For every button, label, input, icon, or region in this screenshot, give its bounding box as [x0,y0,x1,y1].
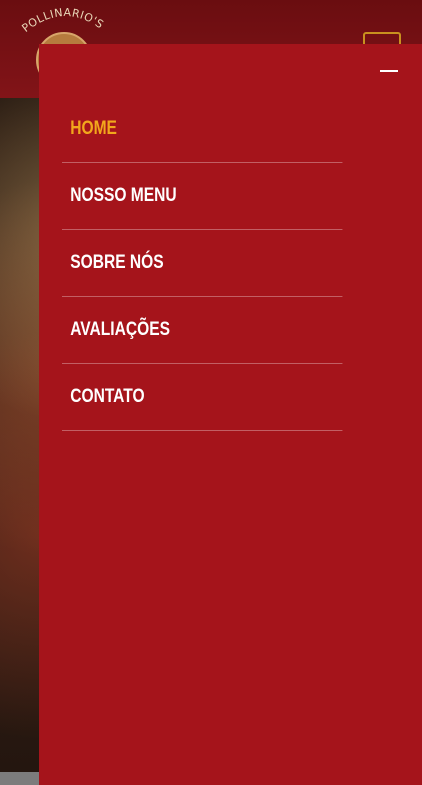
nav-item-sobre-nos[interactable]: SOBRE NÓS [62,230,343,297]
minus-close-icon [380,70,398,72]
nav-item-home[interactable]: HOME [62,96,343,163]
nav-item-avaliacoes[interactable]: AVALIAÇÕES [62,297,343,364]
nav-menu: HOME NOSSO MENU SOBRE NÓS AVALIAÇÕES CON… [62,96,404,431]
nav-item-nosso-menu[interactable]: NOSSO MENU [62,163,343,230]
mobile-nav-drawer: HOME NOSSO MENU SOBRE NÓS AVALIAÇÕES CON… [39,44,422,785]
svg-text:POLLINARIO'S: POLLINARIO'S [19,6,106,35]
nav-item-contato[interactable]: CONTATO [62,364,343,431]
close-menu-button[interactable] [378,62,400,80]
